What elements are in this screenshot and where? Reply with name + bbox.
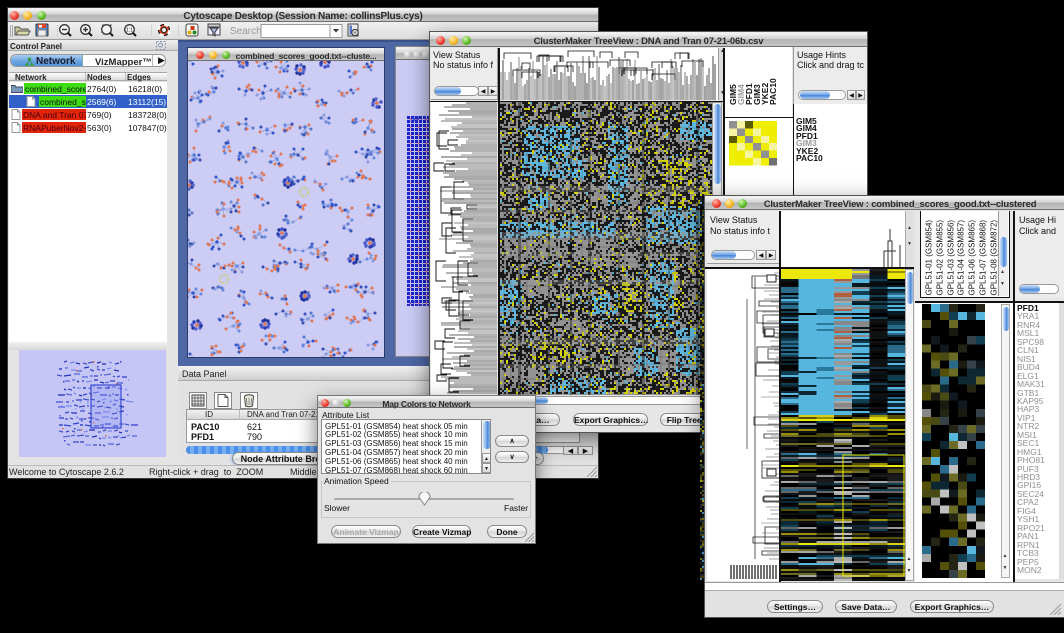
svg-text:1:1: 1:1 <box>126 28 133 34</box>
svg-text:Search:: Search: <box>230 26 264 37</box>
